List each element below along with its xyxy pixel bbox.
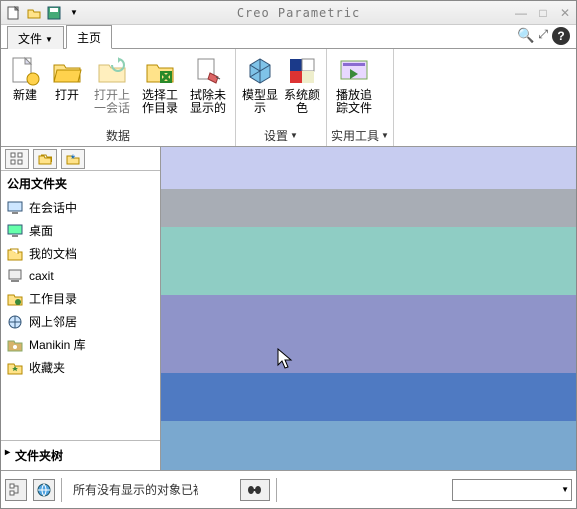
folder-item-mydocs[interactable]: 我的文档 [1,242,160,265]
window-controls: — □ ✕ [514,6,572,20]
folder-item-computer[interactable]: caxit [1,265,160,287]
common-folders-header: 公用文件夹 [1,171,160,196]
folder-item-fav[interactable]: 收藏夹 [1,356,160,379]
open-icon [51,55,83,87]
system-colors-button[interactable]: 系统颜色 [282,51,322,126]
play-trail-icon [338,55,370,87]
folder-item-label: 收藏夹 [29,359,65,376]
folder-item-desktop[interactable]: 桌面 [1,219,160,242]
play-trail-label: 播放追踪文件 [331,89,377,117]
app-title: Creo Parametric [83,6,514,20]
tab-file[interactable]: 文件▼ [7,26,64,49]
erase-undisplayed-button[interactable]: 拭除未显示的 [185,51,231,126]
folder-item-label: caxit [29,269,54,283]
tree-view-icon[interactable] [5,149,29,169]
computer-icon [7,268,23,284]
folder-panel: * 公用文件夹 在会话中桌面我的文档 caxit 工作目录网上邻居 Manikin 库… [1,147,161,470]
close-icon[interactable]: ✕ [558,6,572,20]
status-text: 所有没有显示的对象已被刷 [73,481,198,498]
erase-undisplayed-label: 拭除未显示的 [185,89,231,117]
select-wd-button[interactable]: 选择工作目录 [137,51,183,126]
folder-item-label: 工作目录 [29,290,77,307]
manikin-icon [7,337,23,353]
chevron-down-icon: ▼ [45,35,53,44]
chevron-down-icon[interactable]: ▼ [381,131,389,140]
new-icon [9,55,41,87]
folder-item-manikin[interactable]: Manikin 库 [1,333,160,356]
expand-icon[interactable]: ⤢ [538,27,548,45]
status-message: 所有没有显示的对象已被刷 [68,481,198,498]
help-icon[interactable]: ? [552,27,570,45]
status-bar: 所有没有显示的对象已被刷 ▼ [1,470,576,508]
tab-home[interactable]: 主页 [66,25,112,49]
quick-access-toolbar: ▼ [5,4,83,22]
ribbon-group-data: 新建 打开 打开上一会话 选择工作目录 拭除未显示的 数据 [1,49,236,146]
folder-item-label: 在会话中 [29,199,77,216]
folders-icon[interactable] [33,149,57,169]
main-area: * 公用文件夹 在会话中桌面我的文档 caxit 工作目录网上邻居 Manikin 库… [1,147,576,470]
select-wd-label: 选择工作目录 [137,89,183,117]
ribbon: 新建 打开 打开上一会话 选择工作目录 拭除未显示的 数据 [1,49,576,147]
chevron-down-icon[interactable]: ▼ [290,131,298,140]
erase-undisplayed-icon [192,55,224,87]
svg-text:*: * [71,152,76,166]
ribbon-group-utils: 播放追踪文件 实用工具▼ [327,49,394,146]
qat-new-icon[interactable] [5,4,23,22]
select-wd-icon [144,55,176,87]
folder-item-workdir[interactable]: 工作目录 [1,287,160,310]
tab-file-label: 文件 [18,32,42,46]
qat-dropdown-icon[interactable]: ▼ [65,4,83,22]
folder-item-monitor[interactable]: 在会话中 [1,196,160,219]
play-trail-button[interactable]: 播放追踪文件 [331,51,377,126]
folder-item-network[interactable]: 网上邻居 [1,310,160,333]
maximize-icon[interactable]: □ [536,6,550,20]
system-colors-label: 系统颜色 [282,89,322,117]
mydocs-icon [7,246,23,262]
folder-tree-header[interactable]: 文件夹树 [1,440,160,470]
ribbon-group-settings: 模型显示 系统颜色 设置▼ [236,49,327,146]
minimize-icon[interactable]: — [514,6,528,20]
open-last-session-label: 打开上一会话 [89,89,135,117]
folder-item-label: 桌面 [29,222,53,239]
favorites-tab-icon[interactable]: * [61,149,85,169]
desktop-icon [7,223,23,239]
tab-home-label: 主页 [77,31,101,45]
group-utils-label: 实用工具 [331,127,379,144]
network-icon [7,314,23,330]
model-display-button[interactable]: 模型显示 [240,51,280,126]
group-settings-label: 设置 [264,127,288,144]
folder-list: 在会话中桌面我的文档 caxit 工作目录网上邻居 Manikin 库收藏夹 [1,196,160,440]
workdir-icon [7,291,23,307]
chevron-down-icon: ▼ [561,485,569,494]
model-display-label: 模型显示 [240,89,280,117]
group-data-label: 数据 [106,127,130,144]
new-button[interactable]: 新建 [5,51,45,126]
folder-item-label: 我的文档 [29,245,77,262]
ribbon-tabs: 文件▼ 主页 🔍 ⤢ ? [1,25,576,49]
browser-icon[interactable] [33,479,55,501]
open-last-session-button[interactable]: 打开上一会话 [89,51,135,126]
selection-filter-combo[interactable]: ▼ [452,479,572,501]
open-label: 打开 [55,89,79,117]
find-icon[interactable] [240,479,270,501]
qat-open-icon[interactable] [25,4,43,22]
folder-item-label: 网上邻居 [29,313,77,330]
monitor-icon [7,200,23,216]
tree-toggle-icon[interactable] [5,479,27,501]
title-bar: ▼ Creo Parametric — □ ✕ [1,1,576,25]
folder-item-label: Manikin 库 [29,336,86,353]
qat-save-icon[interactable] [45,4,63,22]
folder-panel-toolbar: * [1,147,160,171]
model-display-icon [244,55,276,87]
system-colors-icon [286,55,318,87]
folder-tree-label: 文件夹树 [15,449,63,463]
search-icon[interactable]: 🔍 [517,27,534,45]
open-last-session-icon [96,55,128,87]
graphics-viewport[interactable] [161,147,576,470]
fav-icon [7,360,23,376]
open-button[interactable]: 打开 [47,51,87,126]
new-label: 新建 [13,89,37,117]
